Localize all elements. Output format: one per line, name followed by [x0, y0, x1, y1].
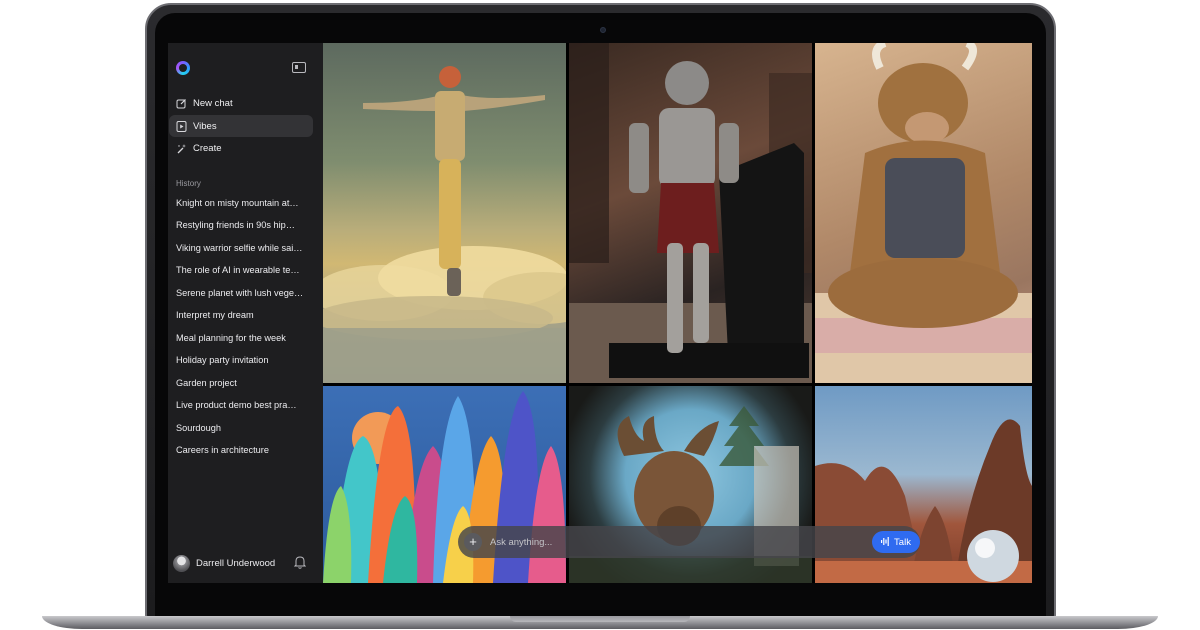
image-floating-person[interactable]: [323, 43, 566, 383]
nav-label: Vibes: [193, 120, 217, 132]
sidebar: New chat Vibes Create History Knight on …: [168, 43, 323, 583]
nav-create[interactable]: Create: [169, 137, 313, 159]
edit-icon: [176, 98, 187, 109]
bell-icon[interactable]: [293, 555, 307, 569]
history-item[interactable]: Interpret my dream: [176, 310, 311, 320]
history-item[interactable]: Sourdough: [176, 423, 311, 433]
history-item[interactable]: Serene planet with lush vege…: [176, 288, 311, 298]
history-item[interactable]: Viking warrior selfie while sai…: [176, 243, 311, 253]
history-item[interactable]: Holiday party invitation: [176, 355, 311, 365]
history-item[interactable]: Restyling friends in 90s hip…: [176, 220, 311, 230]
nav-label: New chat: [193, 97, 233, 109]
laptop-notch: [510, 616, 690, 622]
talk-label: Talk: [894, 536, 911, 548]
nav-vibes[interactable]: Vibes: [169, 115, 313, 137]
play-icon: [176, 120, 187, 132]
talk-button[interactable]: Talk: [872, 531, 920, 553]
nav-label: Create: [193, 142, 222, 154]
image-knight-treadmill[interactable]: [569, 43, 812, 383]
sidebar-toggle-icon[interactable]: [292, 62, 306, 73]
ask-bar: + Talk: [458, 526, 920, 558]
history-item[interactable]: Garden project: [176, 378, 311, 388]
user-name: Darrell Underwood: [196, 557, 276, 569]
history-item[interactable]: Live product demo best pra…: [176, 400, 311, 410]
app-screen: New chat Vibes Create History Knight on …: [168, 43, 1032, 583]
magic-wand-icon: [176, 143, 187, 154]
user-profile[interactable]: Darrell Underwood: [173, 553, 313, 573]
avatar: [173, 554, 190, 572]
nav-new-chat[interactable]: New chat: [169, 92, 313, 114]
camera-icon: [600, 27, 606, 33]
audio-wave-icon: [881, 536, 890, 548]
history-item[interactable]: Knight on misty mountain at…: [176, 198, 311, 208]
image-bull-yoga[interactable]: [815, 43, 1032, 383]
history-item[interactable]: Careers in architecture: [176, 445, 311, 455]
app-logo-icon[interactable]: [176, 61, 190, 75]
ask-input[interactable]: [490, 533, 850, 551]
image-grid: [323, 43, 1032, 583]
add-attachment-button[interactable]: +: [464, 533, 482, 551]
history-heading: History: [176, 179, 201, 188]
history-item[interactable]: Meal planning for the week: [176, 333, 311, 343]
history-item[interactable]: The role of AI in wearable te…: [176, 265, 311, 275]
